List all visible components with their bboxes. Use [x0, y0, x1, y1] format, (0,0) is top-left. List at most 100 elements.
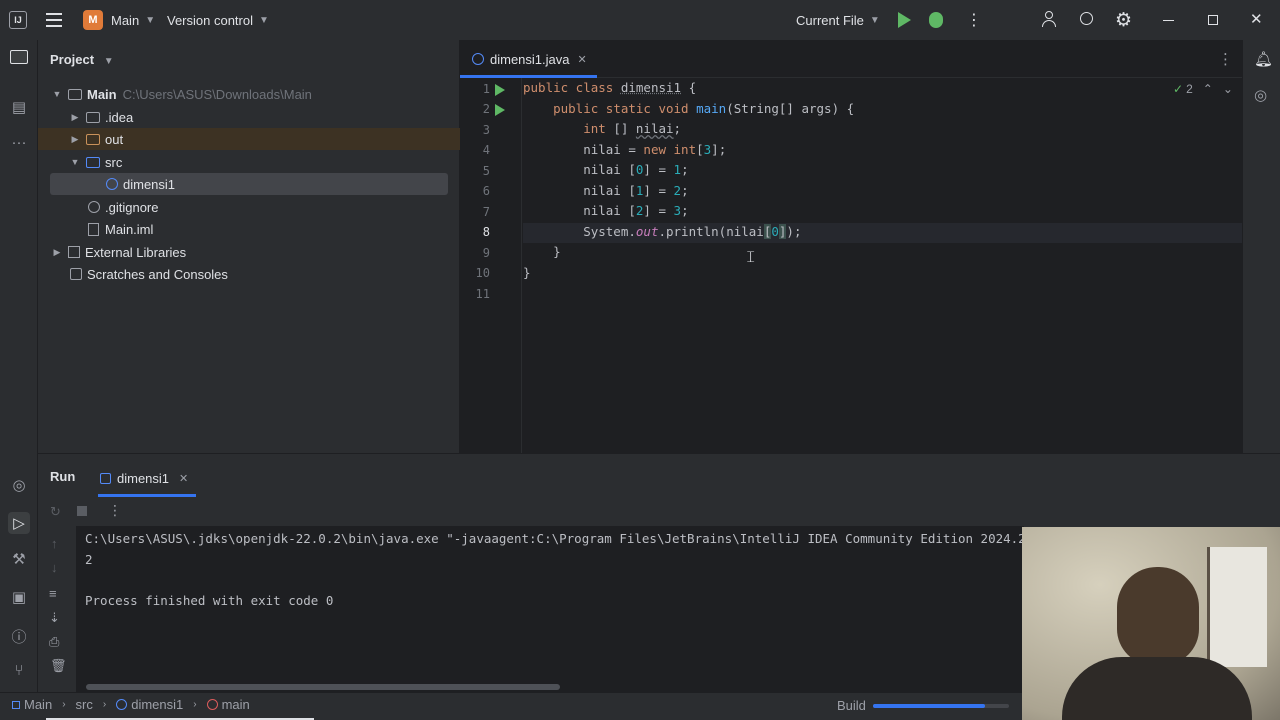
tree-item-main-iml[interactable]: Main.iml [38, 218, 460, 240]
scroll-up-icon[interactable]: ↑ [51, 536, 58, 551]
horizontal-scrollbar[interactable] [86, 684, 560, 690]
console-command: C:\Users\ASUS\.jdks\openjdk-22.0.2\bin\j… [85, 531, 1026, 546]
run-icon[interactable] [898, 12, 911, 28]
chevron-right-icon[interactable]: ▶ [50, 247, 64, 258]
project-view-icon[interactable] [0, 50, 38, 64]
module-folder-icon [68, 88, 82, 100]
breadcrumb-item[interactable]: Main [24, 697, 52, 712]
line-number: 3 [482, 123, 490, 137]
line-number: 2 [482, 102, 490, 116]
run-main-icon[interactable] [495, 104, 505, 116]
breadcrumb-item[interactable]: src [76, 697, 93, 712]
vcs-label: Version control [167, 13, 253, 28]
print-icon[interactable]: ⎙ [49, 634, 59, 650]
console-output[interactable]: C:\Users\ASUS\.jdks\openjdk-22.0.2\bin\j… [76, 526, 1026, 693]
version-control-menu[interactable]: Version control ▼ [167, 13, 269, 28]
tree-item-label: Main.iml [105, 221, 154, 237]
chevron-down-icon: ▼ [259, 15, 269, 26]
line-number: 9 [482, 246, 490, 260]
ai-assistant-icon[interactable]: ◎ [1254, 86, 1267, 104]
project-badge: M [83, 10, 103, 30]
run-class-icon[interactable] [495, 84, 505, 96]
inspection-widget[interactable]: ✓ 2 ⌃ ⌄ [1173, 82, 1233, 96]
chevron-down-icon[interactable]: ▼ [50, 89, 64, 99]
build-status-label[interactable]: Build [837, 698, 866, 713]
active-tab-indicator [98, 494, 196, 497]
run-tab-label: dimensi1 [117, 471, 170, 486]
more-icon[interactable]: ⋮ [108, 502, 122, 519]
notifications-icon[interactable]: 🔔︎ [1254, 50, 1273, 68]
inspection-count: 2 [1186, 82, 1193, 96]
more-icon[interactable]: ⋮ [966, 10, 982, 30]
build-icon[interactable]: ⚒ [0, 550, 38, 568]
hamburger-icon[interactable] [46, 13, 62, 27]
search-icon[interactable] [1080, 12, 1093, 25]
code-line: nilai [0] = 1; [523, 162, 689, 177]
minimize-icon[interactable] [1163, 20, 1174, 21]
file-icon [88, 222, 99, 236]
clear-icon[interactable]: 🗑︎ [50, 658, 67, 674]
run-config-selector[interactable]: Current File ▼ [796, 13, 880, 28]
chevron-right-icon[interactable]: ▶ [68, 112, 82, 123]
line-number: 11 [475, 287, 490, 301]
run-tool-icon[interactable]: ▷ [0, 512, 38, 534]
tree-item-out[interactable]: ▶ out [38, 128, 460, 150]
root-path: C:\Users\ASUS\Downloads\Main [122, 86, 312, 102]
breadcrumb-item[interactable]: main [222, 697, 250, 712]
project-selector[interactable]: M Main ▼ [83, 10, 155, 30]
java-class-icon [100, 473, 111, 484]
line-number: 5 [482, 164, 490, 178]
webcam-overlay [1022, 527, 1280, 720]
run-tab-dimensi1[interactable]: dimensi1 ✕ [98, 462, 196, 497]
terminal-icon[interactable]: ▣ [0, 588, 38, 606]
tree-item-external-libraries[interactable]: ▶ External Libraries [38, 241, 460, 263]
code-line: nilai = new int[3]; [523, 142, 727, 157]
title-bar: IJ M Main ▼ Version control ▼ Current Fi… [0, 0, 1280, 40]
tree-item-src[interactable]: ▼ src [38, 151, 460, 173]
tree-item-scratches[interactable]: Scratches and Consoles [38, 263, 460, 285]
tree-item-label: .idea [105, 109, 134, 125]
problems-icon[interactable]: ⓘ [0, 626, 38, 647]
add-user-icon[interactable] [1042, 11, 1058, 29]
project-panel-title[interactable]: Project ▼ [50, 52, 114, 67]
debug-icon[interactable] [929, 12, 943, 28]
settings-icon[interactable]: ⚙ [1115, 9, 1132, 32]
code-line: nilai [2] = 3; [523, 203, 689, 218]
tree-item-idea[interactable]: ▶ .idea [38, 106, 460, 128]
git-icon[interactable]: ⑂ [0, 662, 38, 679]
close-icon[interactable]: ✕ [1250, 10, 1263, 28]
tab-dimensi1-java[interactable]: dimensi1.java ✕ [460, 40, 597, 78]
scroll-to-end-icon[interactable]: ⇣ [49, 610, 60, 626]
chevron-down-icon: ▼ [869, 15, 880, 26]
run-panel-title[interactable]: Run [50, 469, 75, 484]
more-tools-icon[interactable]: ··· [0, 134, 38, 151]
chevron-right-icon[interactable]: ▶ [68, 134, 82, 145]
tree-item-gitignore[interactable]: .gitignore [38, 196, 460, 218]
breadcrumb-item[interactable]: dimensi1 [131, 697, 183, 712]
scratches-icon [70, 268, 82, 280]
left-tool-strip: ▤ ··· ◎ ▷ ⚒ ▣ ⓘ ⑂ [0, 40, 38, 692]
scroll-down-icon[interactable]: ↓ [51, 560, 58, 575]
chevron-down-icon[interactable]: ⌄ [1223, 82, 1233, 96]
restore-icon[interactable] [1208, 15, 1218, 25]
chevron-down-icon[interactable]: ▼ [68, 157, 82, 167]
tree-item-dimensi1[interactable]: dimensi1 [50, 173, 448, 195]
stop-icon[interactable] [77, 506, 87, 516]
close-tab-icon[interactable]: ✕ [179, 472, 188, 485]
soft-wrap-icon[interactable]: ≡ [49, 586, 57, 601]
app-icon[interactable]: IJ [9, 11, 27, 29]
more-icon[interactable]: ⋮ [1218, 50, 1233, 68]
services-icon[interactable]: ◎ [0, 476, 38, 494]
ignore-file-icon [88, 201, 100, 213]
line-number: 6 [482, 184, 490, 198]
code-editor[interactable]: public class dimensi1 { public static vo… [523, 78, 1242, 453]
console-exit-line: Process finished with exit code 0 [85, 593, 334, 608]
structure-icon[interactable]: ▤ [0, 98, 38, 116]
tree-item-root[interactable]: ▼ Main C:\Users\ASUS\Downloads\Main [38, 83, 460, 105]
rerun-icon[interactable]: ↻ [50, 504, 61, 520]
right-tool-strip: 🔔︎ ◎ [1242, 40, 1280, 453]
close-tab-icon[interactable]: ✕ [578, 53, 587, 66]
project-name: Main [111, 12, 140, 28]
chevron-up-icon[interactable]: ⌃ [1203, 82, 1213, 96]
tab-label: dimensi1.java [490, 51, 570, 67]
